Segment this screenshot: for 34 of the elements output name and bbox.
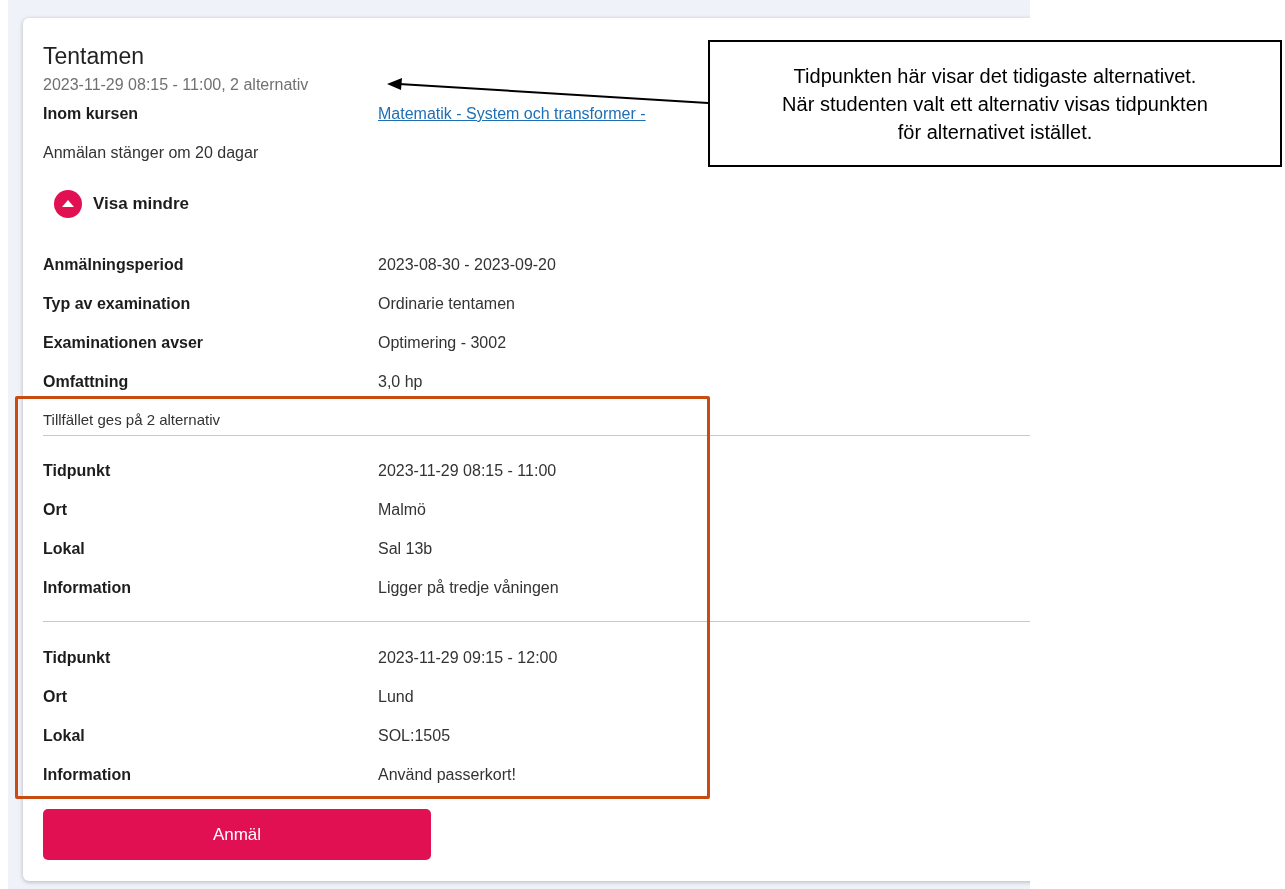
annotation-callout: Tidpunkten här visar det tidigaste alternativet. När studenten valt ett alternativ visas tidpunkten för alternativet istället. <box>708 40 1282 167</box>
field-value: Malmö <box>378 500 427 519</box>
field-label: Lokal <box>43 726 86 745</box>
field-value: 2023-08-30 - 2023-09-20 <box>378 255 557 274</box>
field-label: Examinationen avser <box>43 333 205 352</box>
show-less-button[interactable]: Visa mindre <box>54 186 190 222</box>
field-value: Ligger på tredje våningen <box>378 578 560 597</box>
field-value: Ordinarie tentamen <box>378 294 516 313</box>
field-label: Tidpunkt <box>43 461 112 480</box>
field-value: 2023-11-29 09:15 - 12:00 <box>378 648 559 667</box>
field-label: Tidpunkt <box>43 648 112 667</box>
field-label: Information <box>43 765 132 784</box>
field-label: Anmälningsperiod <box>43 255 185 274</box>
closing-note: Anmälan stänger om 20 dagar <box>43 143 260 163</box>
field-value: Använd passerkort! <box>378 765 517 784</box>
field-label: Omfattning <box>43 372 130 391</box>
register-button[interactable]: Anmäl <box>43 809 431 860</box>
card-title: Tentamen <box>43 42 144 70</box>
field-label: Information <box>43 578 132 597</box>
field-label: Ort <box>43 687 68 706</box>
field-label: Typ av examination <box>43 294 192 313</box>
field-value: 3,0 hp <box>378 372 424 391</box>
collapse-icon <box>54 190 82 218</box>
field-value: SOL:1505 <box>378 726 452 745</box>
course-link[interactable]: Matematik - System och transformer - <box>378 105 646 122</box>
field-value: Lund <box>378 687 415 706</box>
field-value: 2023-11-29 08:15 - 11:00 <box>378 461 558 480</box>
alternatives-heading: Tillfället ges på 2 alternativ <box>43 410 1030 436</box>
course-label: Inom kursen <box>43 105 140 123</box>
field-label: Ort <box>43 500 68 519</box>
field-value: Sal 13b <box>378 539 434 558</box>
field-label: Lokal <box>43 539 86 558</box>
card-subtitle: 2023-11-29 08:15 - 11:00, 2 alternativ <box>43 75 309 95</box>
field-value: Optimering - 3002 <box>378 333 508 352</box>
